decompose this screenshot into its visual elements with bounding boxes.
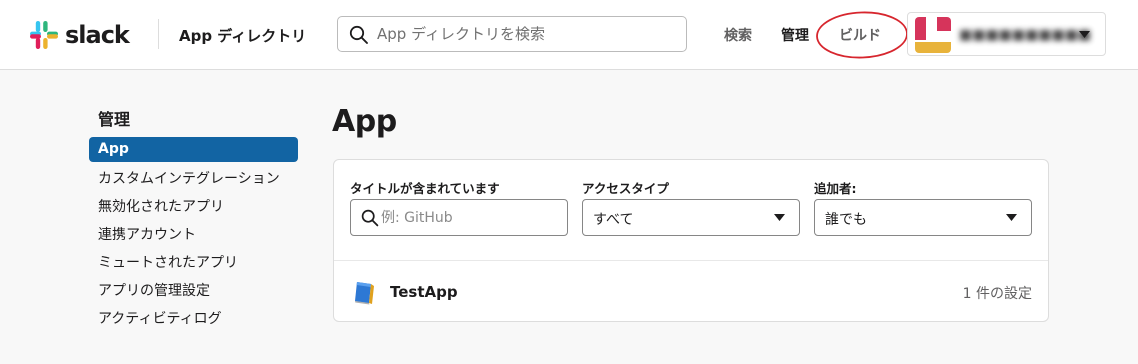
sidebar-item-app[interactable]: App (89, 137, 298, 162)
caret-down-icon (1006, 214, 1017, 221)
access-type-filter-label: アクセスタイプ (582, 181, 669, 196)
sidebar-item-activity-log[interactable]: アクティビティログ (89, 305, 298, 333)
workspace-switcher[interactable]: ■■■■■■■■■■ (907, 12, 1106, 56)
access-type-select[interactable]: すべて (582, 199, 800, 236)
title-filter-label: タイトルが含まれています (350, 181, 500, 196)
title-filter[interactable] (350, 199, 568, 236)
directory-search[interactable] (337, 16, 687, 52)
slack-wordmark: slack (65, 21, 130, 49)
sidebar-item-custom-integrations[interactable]: カスタムインテグレーション (89, 165, 298, 193)
slack-logo[interactable]: slack (30, 20, 130, 50)
sidebar-item-disabled-apps[interactable]: 無効化されたアプリ (89, 193, 298, 221)
caret-down-icon (774, 214, 785, 221)
search-icon (349, 25, 368, 44)
header-divider (158, 19, 159, 49)
sidebar-item-app-management-settings[interactable]: アプリの管理設定 (89, 277, 298, 305)
slack-logo-icon (30, 21, 58, 49)
caret-down-icon (1079, 31, 1090, 38)
added-by-select[interactable]: 誰でも (814, 199, 1032, 236)
title-filter-input[interactable] (381, 207, 561, 229)
app-list-item[interactable]: TestApp 1 件の設定 (334, 261, 1048, 322)
nav-build-link[interactable]: ビルド (839, 25, 881, 45)
apps-card: タイトルが含まれています アクセスタイプ 追加者: すべて 誰でも TestAp… (333, 159, 1049, 322)
top-header: slack App ディレクトリ 検索 管理 ビルド ■■■■■■■■■■ (0, 0, 1138, 70)
app-directory-title[interactable]: App ディレクトリ (179, 25, 306, 46)
search-icon (361, 209, 379, 227)
sidebar-heading: 管理 (98, 110, 131, 129)
nav-manage-link[interactable]: 管理 (781, 25, 809, 45)
nav-search-link[interactable]: 検索 (724, 25, 752, 45)
app-name[interactable]: TestApp (390, 283, 458, 301)
access-type-value: すべて (593, 212, 634, 228)
added-by-value: 誰でも (825, 212, 867, 228)
book-icon (355, 282, 374, 305)
workspace-avatar (915, 17, 951, 53)
app-config-count: 1 件の設定 (962, 286, 1032, 302)
added-by-filter-label: 追加者: (814, 181, 857, 196)
workspace-name: ■■■■■■■■■■ (959, 27, 1092, 43)
sidebar-item-linked-accounts[interactable]: 連携アカウント (89, 221, 298, 249)
page-title: App (332, 104, 397, 139)
sidebar-nav: App カスタムインテグレーション 無効化されたアプリ 連携アカウント ミュート… (89, 137, 298, 333)
sidebar-item-muted-apps[interactable]: ミュートされたアプリ (89, 249, 298, 277)
directory-search-input[interactable] (377, 23, 677, 45)
